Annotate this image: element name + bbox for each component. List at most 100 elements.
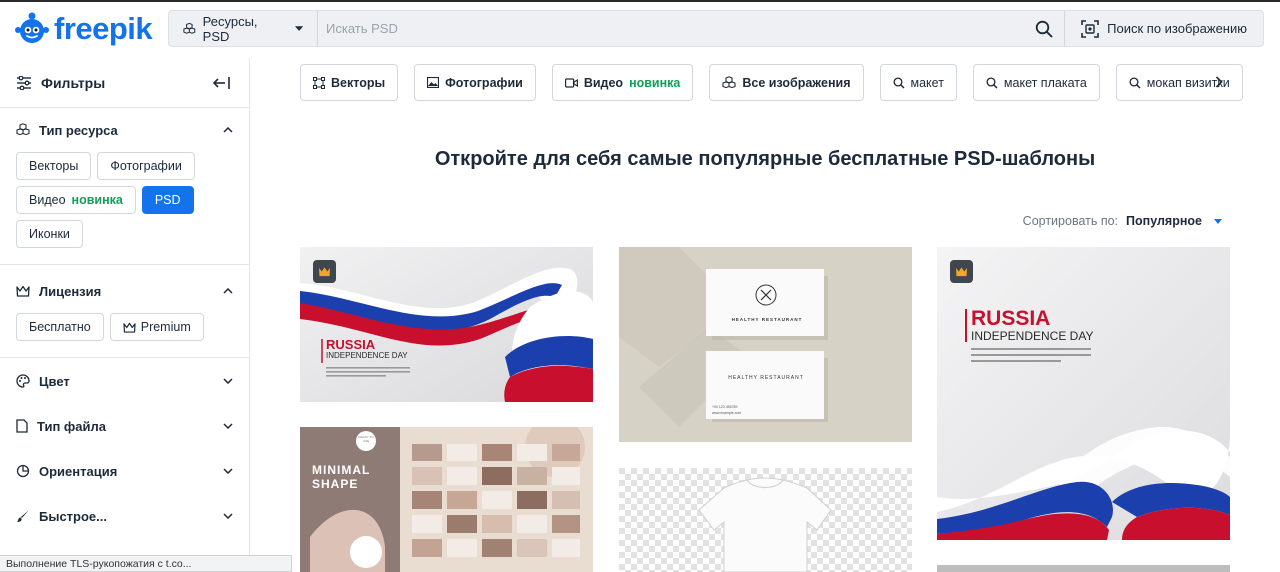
image-search-button[interactable]: Поиск по изображению (1064, 11, 1263, 46)
russia-flag-ribbon-graphic (300, 247, 593, 402)
palette-icon (16, 374, 30, 388)
card-title: RUSSIA (326, 337, 376, 352)
search-icon (1035, 20, 1053, 37)
crown-icon (123, 322, 136, 333)
orientation-header[interactable]: Ориентация (16, 449, 233, 493)
file-icon (16, 419, 28, 433)
search-icon (892, 76, 905, 89)
resources-icon (722, 75, 736, 88)
freepik-logo[interactable]: freepik (14, 9, 153, 49)
top-line (0, 0, 1280, 2)
result-card-business-card[interactable]: HEALTHY RESTAURANT HEALTHY RESTAURANT +0… (619, 247, 912, 442)
result-card-partial[interactable] (937, 565, 1230, 572)
chip-psd[interactable]: PSD (141, 186, 194, 214)
file-type-title: Тип файла (37, 418, 106, 434)
card-title: RUSSIA (971, 307, 1051, 330)
card-title: MINIMAL SHAPE (312, 463, 371, 491)
chip-free[interactable]: Бесплатно (16, 313, 104, 341)
crown-icon (16, 285, 30, 297)
suggestion-mockup-label: макет (910, 75, 944, 90)
result-card-russia-day[interactable]: RUSSIA INDEPENDENCE DAY (300, 247, 593, 402)
filter-vectors-button[interactable]: Векторы (300, 64, 399, 101)
sort-value: Популярное (1126, 214, 1202, 228)
chip-vectors[interactable]: Векторы (16, 152, 92, 180)
license-header[interactable]: Лицензия (16, 269, 233, 313)
result-card-russia-day-portrait[interactable]: RUSSIA INDEPENDENCE DAY (937, 247, 1230, 540)
license-section: Лицензия Бесплатно Premium (0, 269, 249, 349)
color-header[interactable]: Цвет (16, 359, 233, 403)
page-title: Откройте для себя самые популярные беспл… (434, 148, 1096, 170)
russia-flag-ribbon-graphic (937, 247, 1230, 540)
chip-icons[interactable]: Иконки (16, 220, 83, 248)
sidebar-title: Фильтры (41, 74, 106, 91)
suggestion-mockup-button[interactable]: макет (879, 64, 957, 101)
filter-buttons-row: Векторы Фотографии Видео новинка Все изо… (300, 64, 1243, 102)
file-type-header[interactable]: Тип файла (16, 404, 233, 448)
result-card-tshirt[interactable] (619, 468, 912, 572)
orientation-icon (16, 464, 30, 478)
filter-all-images-button[interactable]: Все изображения (709, 64, 864, 101)
divider (0, 357, 249, 358)
resource-type-chips: Векторы Фотографии Видео новинка PSD Ико… (16, 152, 233, 256)
filter-photos-label: Фотографии (445, 75, 523, 90)
resource-type-section: Тип ресурса Векторы Фотографии Видео нов… (0, 108, 249, 256)
search-input[interactable] (318, 21, 1025, 36)
filter-photos-button[interactable]: Фотографии (414, 64, 536, 101)
card-subtitle: INDEPENDENCE DAY (971, 329, 1094, 343)
chevron-down-icon (223, 423, 233, 429)
color-section: Цвет Тип файла Ориентация Быстрое... (0, 359, 249, 538)
chip-photos[interactable]: Фотографии (97, 152, 195, 180)
business-card-mockup-graphic (619, 247, 912, 442)
search-icon (1129, 76, 1141, 89)
business-card-phone: +00 123 456789 (712, 405, 738, 409)
orientation-title: Ориентация (39, 463, 118, 479)
business-card-name-back: HEALTHY RESTAURANT (728, 375, 804, 381)
new-badge: новинка (71, 193, 123, 207)
search-bar: Ресурсы, PSD Поиск по изображению (168, 10, 1264, 47)
crown-icon (319, 267, 330, 277)
photo-icon (427, 77, 440, 88)
tshirt-mockup-graphic (619, 468, 912, 572)
quick-edit-title: Быстрое... (39, 508, 107, 524)
search-button[interactable] (1024, 11, 1064, 46)
filter-all-images-label: Все изображения (742, 75, 851, 90)
new-badge: новинка (629, 75, 681, 90)
license-chips: Бесплатно Premium (16, 313, 233, 349)
brush-icon (17, 510, 29, 522)
chip-video[interactable]: Видео новинка (16, 186, 136, 214)
collapse-sidebar-icon[interactable] (213, 76, 231, 90)
chevron-up-icon (223, 127, 233, 133)
card-subtitle: INDEPENDENCE DAY (326, 351, 408, 360)
crown-icon (956, 267, 967, 277)
chip-video-label: Видео (29, 193, 66, 207)
chevron-down-icon (223, 513, 233, 519)
image-search-label: Поиск по изображению (1107, 21, 1247, 36)
chip-premium-label: Premium (140, 320, 191, 334)
resource-type-select[interactable]: Ресурсы, PSD (169, 11, 318, 46)
quick-edit-header[interactable]: Быстрое... (16, 494, 233, 538)
filter-video-button[interactable]: Видео новинка (551, 64, 694, 101)
resource-type-header[interactable]: Тип ресурса (16, 108, 233, 152)
logo-text: freepik (54, 11, 153, 46)
resources-icon (183, 22, 196, 34)
top-bar: freepik Ресурсы, PSD Поиск по изображени… (0, 0, 1280, 58)
premium-badge (313, 260, 336, 283)
chevron-down-icon (223, 378, 233, 384)
chevron-down-icon (223, 468, 233, 474)
chip-premium[interactable]: Premium (109, 313, 204, 341)
suggestion-poster-mockup-button[interactable]: макет плаката (972, 64, 1100, 101)
divider (0, 264, 249, 265)
vector-icon (313, 76, 325, 89)
sort-label: Сортировать по: (1022, 214, 1119, 228)
color-title: Цвет (39, 373, 70, 389)
sort-control[interactable]: Сортировать по: Популярное (1023, 214, 1222, 228)
resources-icon (16, 123, 30, 136)
sidebar-header: Фильтры (0, 58, 249, 108)
result-card-minimal-shape[interactable]: MINIMAL SHAPE READY TO USE (300, 427, 593, 572)
suggestion-poster-mockup-label: макет плаката (1003, 75, 1087, 90)
search-icon (986, 76, 998, 89)
filters-next-button[interactable] (1207, 70, 1231, 94)
caret-down-icon (294, 25, 303, 31)
video-icon (564, 77, 578, 88)
premium-badge (950, 260, 973, 283)
